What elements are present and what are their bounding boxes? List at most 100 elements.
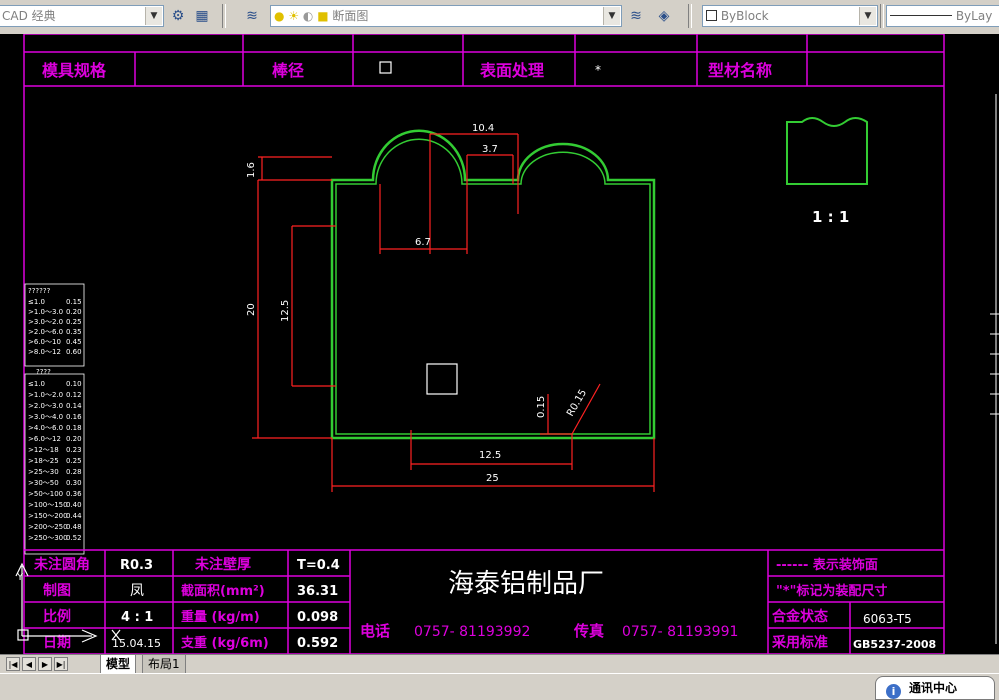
alloy-value: 6063-T5: [863, 612, 912, 626]
tol2-cell: 0.30: [66, 479, 82, 487]
fillet-value: R0.3: [120, 558, 153, 573]
tolerance-header-1: ??????: [28, 287, 51, 295]
toolbar-separator: [688, 4, 692, 28]
tol2-row: >100～150: [28, 501, 68, 509]
dim-12-5-vertical: 12.5: [280, 300, 291, 322]
tol2-cell: 0.28: [66, 468, 82, 476]
layer-previous-icon[interactable]: ◈: [654, 6, 674, 26]
toolbar: CAD 经典 ▼ ⚙ ▦ ≋ ● ☀ ◐ ■ 断面图 ▼ ≋ ◈ ByBlock…: [0, 0, 999, 35]
tol1-cell: 0.35: [66, 328, 82, 336]
tol1-row: >3.0～2.0: [28, 318, 63, 326]
communication-center[interactable]: i 通讯中心: [875, 676, 995, 700]
tol2-row: >30～50: [28, 479, 59, 487]
tol2-row: >50～100: [28, 490, 63, 498]
tol2-cell: 0.10: [66, 380, 82, 388]
tol2-row: >1.0～2.0: [28, 391, 63, 399]
mold-spec-label: 模具规格: [42, 61, 107, 80]
status-bar: i 通讯中心: [0, 673, 999, 700]
phone-value: 0757- 81193992: [414, 624, 530, 640]
rod-diameter-label: 棒径: [272, 61, 304, 80]
linetype-select[interactable]: ByLay: [886, 5, 999, 27]
prev-tab-button[interactable]: ◀: [22, 657, 36, 671]
drawn-label: 制图: [43, 582, 71, 599]
tol2-cell: 0.12: [66, 391, 82, 399]
scale-value: 4 : 1: [121, 610, 153, 625]
tol2-cell: 0.40: [66, 501, 82, 509]
right-ruler: [990, 94, 999, 644]
lock-icon: ◐: [302, 9, 314, 23]
tol2-cell: 0.44: [66, 512, 82, 520]
fillet-label: 未注圆角: [34, 556, 90, 573]
tol1-row: >6.0～10: [28, 338, 61, 346]
checkbox-square: [379, 61, 392, 74]
date-label: 日期: [43, 635, 71, 651]
dim-25: 25: [486, 473, 499, 484]
color-value: ByBlock: [720, 9, 769, 23]
profile-outline: [330, 129, 656, 440]
tol2-cell: 0.25: [66, 457, 82, 465]
tol1-cell: 0.15: [66, 298, 82, 306]
dim-0-15: 0.15: [536, 396, 547, 418]
workspace-select[interactable]: CAD 经典 ▼: [0, 5, 164, 27]
chevron-down-icon[interactable]: ▼: [145, 7, 162, 25]
dim-10-4: 10.4: [472, 123, 494, 134]
drawing-canvas[interactable]: 模具规格 棒径 表面处理 型材名称 * 1 : 1 10.4 3.7 1.6 6…: [0, 34, 999, 654]
tol1-row: ≤1.0: [28, 298, 45, 306]
area-value: 36.31: [297, 584, 338, 599]
layer-value: 断面图: [332, 9, 369, 23]
tab-model[interactable]: 模型: [100, 655, 137, 674]
tol1-cell: 0.20: [66, 308, 82, 316]
fax-value: 0757- 81193991: [622, 624, 738, 640]
tol2-row: >150～200: [28, 512, 68, 520]
tol1-row: >8.0～12: [28, 348, 61, 356]
dim-6-7: 6.7: [415, 237, 431, 248]
toolpalette-icon[interactable]: ▦: [192, 6, 212, 26]
tol2-row: >200～250: [28, 523, 68, 531]
workspace-settings-icon[interactable]: ⚙: [168, 6, 188, 26]
tol1-cell: 0.45: [66, 338, 82, 346]
tol2-row: >250～300: [28, 534, 68, 542]
tol2-cell: 0.23: [66, 446, 82, 454]
linetype-preview: [890, 15, 952, 16]
weight-label: 重量 (kg/m): [181, 609, 260, 625]
tol2-row: >6.0～12: [28, 435, 61, 443]
chevron-down-icon[interactable]: ▼: [603, 7, 620, 25]
tab-layout1[interactable]: 布局1: [142, 655, 186, 674]
next-tab-button[interactable]: ▶: [38, 657, 52, 671]
fax-label: 传真: [573, 622, 604, 640]
make-current-layer-icon[interactable]: ≋: [626, 6, 646, 26]
color-select[interactable]: ByBlock ▼: [702, 5, 878, 27]
tol2-cell: 0.48: [66, 523, 82, 531]
layout-tab-bar: |◀ ◀ ▶ ▶| 模型 布局1: [0, 654, 999, 674]
legend-assembly-dimension: "*"标记为装配尺寸: [776, 583, 887, 599]
tol1-row: >1.0～3.0: [28, 308, 63, 316]
tol1-cell: 0.60: [66, 348, 82, 356]
toolbar-separator: [222, 4, 226, 28]
tol2-row: >3.0～4.0: [28, 413, 63, 421]
dim-12-5-horizontal: 12.5: [479, 450, 501, 461]
info-icon: i: [886, 684, 901, 699]
surface-label: 表面处理: [479, 61, 544, 80]
company-name: 海泰铝制品厂: [448, 569, 604, 599]
lightbulb-icon: ●: [274, 9, 285, 23]
comm-center-label: 通讯中心: [909, 681, 958, 695]
linetype-value: ByLay: [955, 9, 993, 23]
tol2-cell: 0.52: [66, 534, 82, 542]
support-label: 支重 (kg/6m): [180, 635, 269, 651]
layer-manager-icon[interactable]: ≋: [242, 6, 262, 26]
center-marker-square: [426, 363, 458, 395]
drawing-svg: 模具规格 棒径 表面处理 型材名称 * 1 : 1 10.4 3.7 1.6 6…: [15, 34, 999, 654]
first-tab-button[interactable]: |◀: [6, 657, 20, 671]
layer-select[interactable]: ● ☀ ◐ ■ 断面图 ▼: [270, 5, 622, 27]
workspace-value: CAD 经典: [2, 9, 56, 23]
tol2-row: >2.0～3.0: [28, 402, 63, 410]
tol2-cell: 0.18: [66, 424, 82, 432]
weight-value: 0.098: [297, 610, 338, 625]
last-tab-button[interactable]: ▶|: [54, 657, 68, 671]
chevron-down-icon[interactable]: ▼: [859, 7, 876, 25]
scale-label: 比例: [43, 608, 71, 625]
tol1-row: >2.0～6.0: [28, 328, 63, 336]
dim-1-6: 1.6: [246, 162, 257, 178]
dim-r0-15: R0.15: [565, 388, 589, 419]
preview-profile: [786, 117, 868, 185]
